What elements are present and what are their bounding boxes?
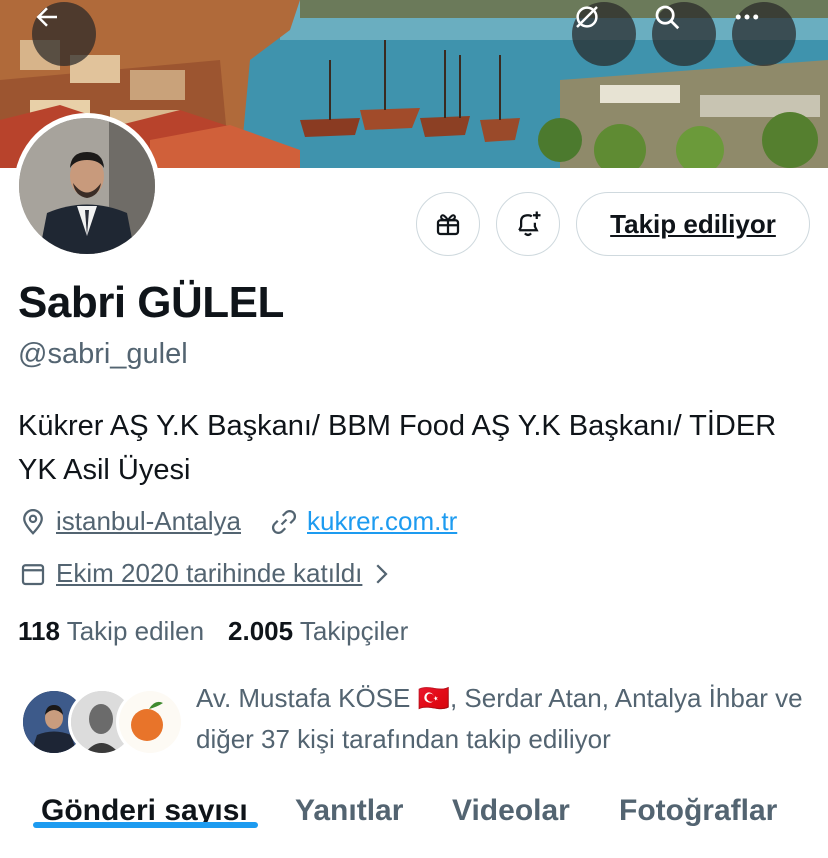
arrow-left-icon bbox=[36, 7, 57, 27]
followers-stat[interactable]: 2.005 Takipçiler bbox=[228, 616, 408, 647]
follow-stats: 118 Takip edilen 2.005 Takipçiler bbox=[18, 616, 432, 647]
tab-photos[interactable]: Fotoğraflar bbox=[619, 780, 777, 828]
search-button[interactable] bbox=[652, 2, 716, 66]
avatar-photo bbox=[19, 118, 155, 254]
profile-meta-row: istanbul-Antalya kukrer.com.tr bbox=[18, 506, 457, 537]
following-stat[interactable]: 118 Takip edilen bbox=[18, 616, 204, 647]
tab-replies-label: Yanıtlar bbox=[295, 794, 404, 827]
joined-text[interactable]: Ekim 2020 tarihinde katıldı bbox=[56, 558, 362, 589]
notifications-button[interactable] bbox=[496, 192, 560, 256]
followers-label: Takipçiler bbox=[299, 616, 409, 646]
gift-button[interactable] bbox=[416, 192, 480, 256]
location-text[interactable]: istanbul-Antalya bbox=[56, 506, 241, 537]
followers-count: 2.005 bbox=[228, 616, 294, 646]
followed-by-text: Av. Mustafa KÖSE 🇹🇷, Serdar Atan, Antaly… bbox=[196, 678, 816, 760]
following-label: Takip edilen bbox=[66, 616, 205, 646]
calendar-icon bbox=[21, 563, 45, 585]
turkey-flag-emoji: 🇹🇷 bbox=[417, 683, 450, 713]
profile-bio: Kükrer AŞ Y.K Başkanı/ BBM Food AŞ Y.K B… bbox=[18, 410, 777, 486]
tab-videos[interactable]: Videolar bbox=[452, 780, 570, 828]
circle-slash-icon bbox=[576, 6, 598, 28]
active-tab-indicator bbox=[33, 822, 258, 828]
bell-plus-icon bbox=[518, 211, 541, 237]
following-count: 118 bbox=[18, 616, 60, 646]
profile-name: Sabri GÜLEL bbox=[18, 278, 284, 327]
tab-posts[interactable]: Gönderi sayısı bbox=[33, 780, 258, 828]
profile-handle: @sabri_gulel bbox=[18, 338, 188, 370]
tab-videos-label: Videolar bbox=[452, 794, 570, 827]
tab-photos-label: Fotoğraflar bbox=[619, 794, 778, 827]
gift-icon bbox=[436, 214, 460, 236]
location-pin-icon bbox=[23, 508, 43, 535]
avatar bbox=[116, 688, 184, 756]
more-button[interactable] bbox=[732, 2, 796, 66]
translate-button[interactable] bbox=[572, 2, 636, 66]
back-button[interactable] bbox=[32, 2, 96, 66]
joined-row[interactable]: Ekim 2020 tarihinde katıldı bbox=[18, 558, 404, 589]
followed-by-avatars bbox=[20, 688, 184, 756]
tab-replies[interactable]: Yanıtlar bbox=[295, 780, 403, 828]
following-button[interactable]: Takip ediliyor bbox=[576, 192, 810, 256]
profile-avatar[interactable] bbox=[14, 113, 160, 259]
link-icon bbox=[271, 509, 297, 534]
more-horizontal-icon bbox=[735, 14, 759, 20]
website-link[interactable]: kukrer.com.tr bbox=[307, 506, 457, 537]
chevron-right-icon bbox=[376, 563, 388, 584]
search-icon bbox=[655, 5, 680, 30]
followed-by-text-part1: Av. Mustafa KÖSE bbox=[196, 683, 418, 713]
profile-tabs: Gönderi sayısı Yanıtlar Videolar Fotoğra… bbox=[0, 780, 828, 858]
